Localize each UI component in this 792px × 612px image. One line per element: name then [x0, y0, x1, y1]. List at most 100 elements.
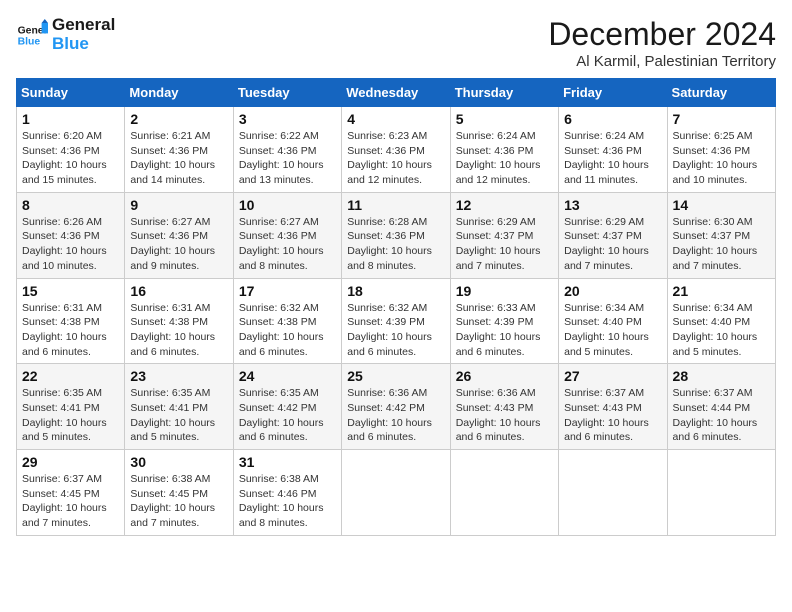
- day-info: Sunrise: 6:31 AM Sunset: 4:38 PM Dayligh…: [130, 301, 227, 360]
- calendar-cell: 15Sunrise: 6:31 AM Sunset: 4:38 PM Dayli…: [17, 278, 125, 364]
- logo-line2: Blue: [52, 35, 115, 54]
- calendar-cell: 24 Sunrise: 6:35 AM Sunset: 4:42 PM Dayli…: [233, 364, 341, 450]
- day-number: 22: [22, 368, 119, 384]
- day-number: 27: [564, 368, 661, 384]
- day-number: 1: [22, 111, 119, 127]
- day-header-saturday: Saturday: [667, 79, 775, 107]
- day-info: Sunrise: 6:28 AM Sunset: 4:36 PM Dayligh…: [347, 215, 444, 274]
- day-number: 10: [239, 197, 336, 213]
- day-info: Sunrise: 6:38 AM Sunset: 4:46 PM Dayligh…: [239, 472, 336, 531]
- day-number: 24: [239, 368, 336, 384]
- day-info: Sunrise: 6:36 AM Sunset: 4:42 PM Dayligh…: [347, 386, 444, 445]
- day-info: Sunrise: 6:23 AM Sunset: 4:36 PM Dayligh…: [347, 129, 444, 188]
- day-number: 3: [239, 111, 336, 127]
- calendar-cell: 14 Sunrise: 6:30 AM Sunset: 4:37 PM Dayli…: [667, 192, 775, 278]
- day-info: Sunrise: 6:35 AM Sunset: 4:42 PM Dayligh…: [239, 386, 336, 445]
- day-info: Sunrise: 6:24 AM Sunset: 4:36 PM Dayligh…: [456, 129, 553, 188]
- calendar-cell: 19Sunrise: 6:33 AM Sunset: 4:39 PM Dayli…: [450, 278, 558, 364]
- calendar-title: December 2024: [548, 16, 776, 53]
- calendar-cell: 22 Sunrise: 6:35 AM Sunset: 4:41 PM Dayli…: [17, 364, 125, 450]
- logo-icon: General Blue: [16, 19, 48, 51]
- week-row-4: 22 Sunrise: 6:35 AM Sunset: 4:41 PM Dayli…: [17, 364, 776, 450]
- calendar-cell: 8Sunrise: 6:26 AM Sunset: 4:36 PM Daylig…: [17, 192, 125, 278]
- day-info: Sunrise: 6:30 AM Sunset: 4:37 PM Dayligh…: [673, 215, 770, 274]
- day-info: Sunrise: 6:35 AM Sunset: 4:41 PM Dayligh…: [22, 386, 119, 445]
- week-row-5: 29 Sunrise: 6:37 AM Sunset: 4:45 PM Dayli…: [17, 450, 776, 536]
- calendar-cell: 29 Sunrise: 6:37 AM Sunset: 4:45 PM Dayli…: [17, 450, 125, 536]
- day-info: Sunrise: 6:25 AM Sunset: 4:36 PM Dayligh…: [673, 129, 770, 188]
- calendar-cell: 13 Sunrise: 6:29 AM Sunset: 4:37 PM Dayli…: [559, 192, 667, 278]
- calendar-cell: 17 Sunrise: 6:32 AM Sunset: 4:38 PM Dayli…: [233, 278, 341, 364]
- day-number: 21: [673, 283, 770, 299]
- day-header-friday: Friday: [559, 79, 667, 107]
- day-info: Sunrise: 6:32 AM Sunset: 4:38 PM Dayligh…: [239, 301, 336, 360]
- day-number: 17: [239, 283, 336, 299]
- calendar-cell: 12 Sunrise: 6:29 AM Sunset: 4:37 PM Dayli…: [450, 192, 558, 278]
- week-row-3: 15 Sunrise: 6:31 AM Sunset: 4:38 PM Dayli…: [17, 278, 776, 364]
- day-header-wednesday: Wednesday: [342, 79, 450, 107]
- day-number: 13: [564, 197, 661, 213]
- day-number: 25: [347, 368, 444, 384]
- day-number: 14: [673, 197, 770, 213]
- day-info: Sunrise: 6:32 AM Sunset: 4:39 PM Dayligh…: [347, 301, 444, 360]
- day-number: 6: [564, 111, 661, 127]
- calendar-cell: 23 Sunrise: 6:35 AM Sunset: 4:41 PM Dayli…: [125, 364, 233, 450]
- day-info: Sunrise: 6:35 AM Sunset: 4:41 PM Dayligh…: [130, 386, 227, 445]
- day-number: 19: [456, 283, 553, 299]
- day-number: 4: [347, 111, 444, 127]
- calendar-cell: 31Sunrise: 6:38 AM Sunset: 4:46 PM Dayli…: [233, 450, 341, 536]
- day-number: 16: [130, 283, 227, 299]
- day-info: Sunrise: 6:29 AM Sunset: 4:37 PM Dayligh…: [564, 215, 661, 274]
- day-header-sunday: Sunday: [17, 79, 125, 107]
- day-info: Sunrise: 6:27 AM Sunset: 4:36 PM Dayligh…: [239, 215, 336, 274]
- calendar-cell: 3 Sunrise: 6:22 AM Sunset: 4:36 PM Daylig…: [233, 107, 341, 193]
- day-number: 2: [130, 111, 227, 127]
- day-header-thursday: Thursday: [450, 79, 558, 107]
- day-number: 20: [564, 283, 661, 299]
- day-info: Sunrise: 6:21 AM Sunset: 4:36 PM Dayligh…: [130, 129, 227, 188]
- day-info: Sunrise: 6:34 AM Sunset: 4:40 PM Dayligh…: [673, 301, 770, 360]
- calendar-cell: 18 Sunrise: 6:32 AM Sunset: 4:39 PM Dayli…: [342, 278, 450, 364]
- day-info: Sunrise: 6:22 AM Sunset: 4:36 PM Dayligh…: [239, 129, 336, 188]
- day-info: Sunrise: 6:27 AM Sunset: 4:36 PM Dayligh…: [130, 215, 227, 274]
- header: General Blue General Blue December 2024 …: [16, 16, 776, 70]
- day-info: Sunrise: 6:38 AM Sunset: 4:45 PM Dayligh…: [130, 472, 227, 531]
- week-row-1: 1Sunrise: 6:20 AM Sunset: 4:36 PM Daylig…: [17, 107, 776, 193]
- calendar-cell: [667, 450, 775, 536]
- day-header-tuesday: Tuesday: [233, 79, 341, 107]
- calendar-cell: 26Sunrise: 6:36 AM Sunset: 4:43 PM Dayli…: [450, 364, 558, 450]
- calendar-cell: 25 Sunrise: 6:36 AM Sunset: 4:42 PM Dayli…: [342, 364, 450, 450]
- day-info: Sunrise: 6:36 AM Sunset: 4:43 PM Dayligh…: [456, 386, 553, 445]
- day-header-monday: Monday: [125, 79, 233, 107]
- calendar-subtitle: Al Karmil, Palestinian Territory: [548, 53, 776, 70]
- calendar-cell: 10 Sunrise: 6:27 AM Sunset: 4:36 PM Dayli…: [233, 192, 341, 278]
- day-number: 18: [347, 283, 444, 299]
- day-number: 12: [456, 197, 553, 213]
- day-info: Sunrise: 6:37 AM Sunset: 4:45 PM Dayligh…: [22, 472, 119, 531]
- day-info: Sunrise: 6:37 AM Sunset: 4:43 PM Dayligh…: [564, 386, 661, 445]
- day-number: 23: [130, 368, 227, 384]
- calendar-cell: 1Sunrise: 6:20 AM Sunset: 4:36 PM Daylig…: [17, 107, 125, 193]
- day-number: 5: [456, 111, 553, 127]
- calendar-cell: 4 Sunrise: 6:23 AM Sunset: 4:36 PM Daylig…: [342, 107, 450, 193]
- day-info: Sunrise: 6:29 AM Sunset: 4:37 PM Dayligh…: [456, 215, 553, 274]
- day-number: 28: [673, 368, 770, 384]
- calendar-cell: 16 Sunrise: 6:31 AM Sunset: 4:38 PM Dayli…: [125, 278, 233, 364]
- day-info: Sunrise: 6:34 AM Sunset: 4:40 PM Dayligh…: [564, 301, 661, 360]
- svg-text:Blue: Blue: [18, 36, 41, 47]
- title-area: December 2024 Al Karmil, Palestinian Ter…: [548, 16, 776, 70]
- day-number: 11: [347, 197, 444, 213]
- calendar-cell: 21 Sunrise: 6:34 AM Sunset: 4:40 PM Dayli…: [667, 278, 775, 364]
- calendar-cell: 5 Sunrise: 6:24 AM Sunset: 4:36 PM Daylig…: [450, 107, 558, 193]
- day-info: Sunrise: 6:26 AM Sunset: 4:36 PM Dayligh…: [22, 215, 119, 274]
- calendar-cell: [342, 450, 450, 536]
- day-number: 29: [22, 454, 119, 470]
- calendar-table: SundayMondayTuesdayWednesdayThursdayFrid…: [16, 78, 776, 536]
- day-number: 9: [130, 197, 227, 213]
- calendar-cell: [559, 450, 667, 536]
- week-row-2: 8Sunrise: 6:26 AM Sunset: 4:36 PM Daylig…: [17, 192, 776, 278]
- day-number: 15: [22, 283, 119, 299]
- calendar-cell: 9 Sunrise: 6:27 AM Sunset: 4:36 PM Daylig…: [125, 192, 233, 278]
- calendar-cell: 2 Sunrise: 6:21 AM Sunset: 4:36 PM Daylig…: [125, 107, 233, 193]
- calendar-cell: [450, 450, 558, 536]
